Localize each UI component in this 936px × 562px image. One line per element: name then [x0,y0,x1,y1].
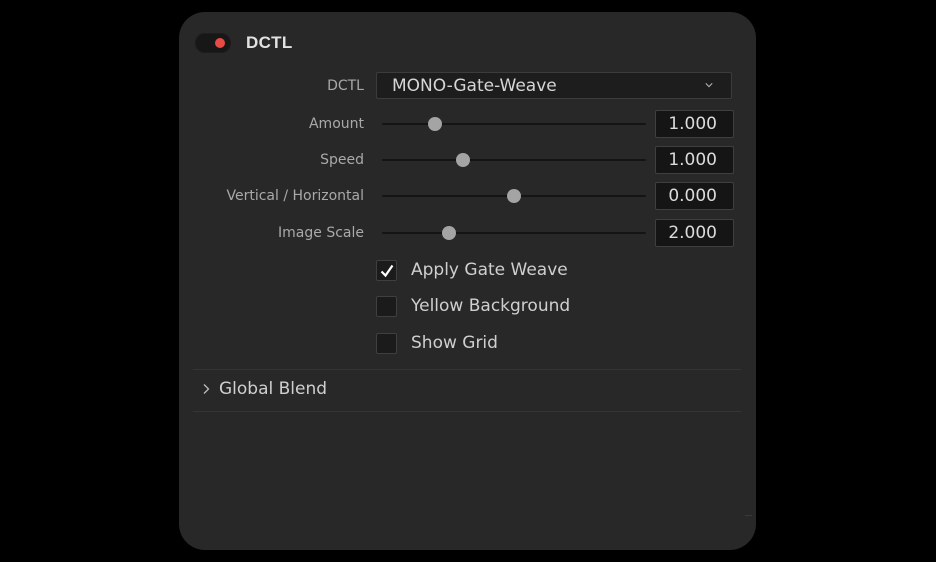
apply-gate-weave-checkbox[interactable] [376,259,397,281]
image-scale-value-field[interactable]: 2.000 [655,219,734,247]
speed-value-field[interactable]: 1.000 [655,146,734,174]
image-scale-slider[interactable] [382,226,646,240]
yellow-background-option[interactable]: Yellow Background [376,294,570,318]
param-label: Speed [320,152,364,168]
panel-header: DCTL [195,32,293,54]
chevron-down-icon [705,83,713,88]
checkmark-icon [380,264,394,277]
checkbox-label: Show Grid [411,333,498,353]
checkbox-label: Apply Gate Weave [411,260,568,280]
dctl-row: DCTL MONO-Gate-Weave [179,72,756,100]
param-row-amount: Amount 1.000 [179,110,756,138]
show-grid-option[interactable]: Show Grid [376,331,498,355]
panel-title: DCTL [246,33,293,52]
param-row-vertical-horizontal: Vertical / Horizontal 0.000 [179,182,756,210]
checkbox-label: Yellow Background [411,296,571,316]
slider-thumb[interactable] [427,117,442,131]
param-row-speed: Speed 1.000 [179,146,756,174]
slider-thumb[interactable] [442,226,457,240]
divider [193,369,741,370]
show-grid-checkbox[interactable] [376,332,397,354]
param-label: Vertical / Horizontal [226,188,364,204]
dctl-label: DCTL [327,78,364,94]
slider-thumb[interactable] [507,189,521,203]
param-label: Amount [308,116,364,132]
section-label: Global Blend [219,379,328,399]
yellow-background-checkbox[interactable] [376,295,397,317]
amount-value-field[interactable]: 1.000 [655,110,734,138]
dctl-panel: DCTL DCTL MONO-Gate-Weave Amount 1.000 S… [179,12,756,550]
param-label: Image Scale [278,225,364,241]
vertical-horizontal-value-field[interactable]: 0.000 [655,182,734,210]
param-row-image-scale: Image Scale 2.000 [179,219,756,247]
amount-slider[interactable] [382,117,646,131]
dctl-select[interactable]: MONO-Gate-Weave [376,72,732,99]
apply-gate-weave-option[interactable]: Apply Gate Weave [376,258,568,282]
dctl-selected-value: MONO-Gate-Weave [392,76,557,96]
section-global-blend[interactable]: Global Blend [201,377,327,401]
toggle-indicator [215,38,225,48]
scrollbar-edge [745,515,752,516]
vertical-horizontal-slider[interactable] [382,189,646,203]
chevron-right-icon [203,384,210,394]
speed-slider[interactable] [382,153,646,167]
enable-toggle[interactable] [195,33,231,53]
slider-thumb[interactable] [455,153,470,167]
divider [193,411,741,412]
